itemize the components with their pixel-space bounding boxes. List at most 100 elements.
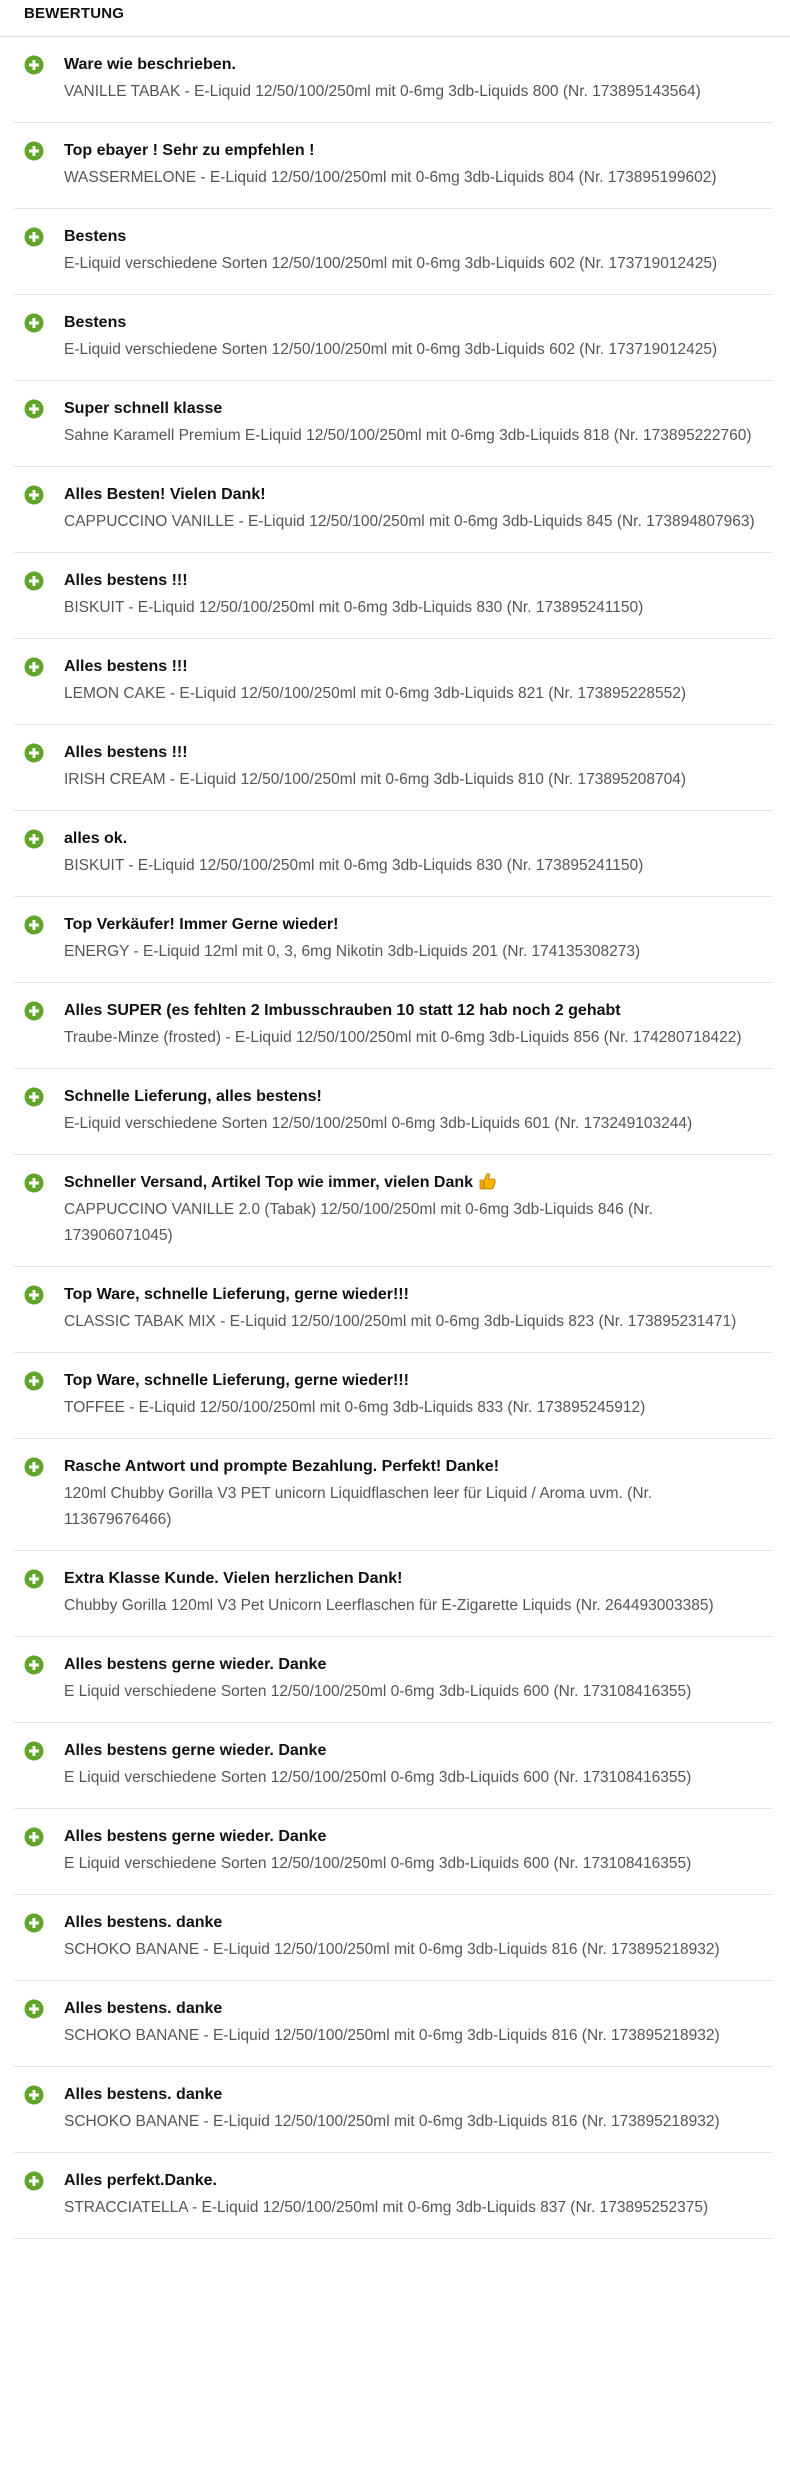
feedback-item-link[interactable]: E Liquid verschiedene Sorten 12/50/100/2…	[64, 1851, 760, 1877]
feedback-item-link[interactable]: E Liquid verschiedene Sorten 12/50/100/2…	[64, 1679, 760, 1705]
feedback-comment-text: Extra Klasse Kunde. Vielen herzlichen Da…	[64, 1570, 403, 1587]
feedback-comment: Top ebayer ! Sehr zu empfehlen !	[64, 139, 760, 163]
feedback-item-link[interactable]: WASSERMELONE - E-Liquid 12/50/100/250ml …	[64, 165, 760, 191]
feedback-item: Top Verkäufer! Immer Gerne wieder! ENERGY…	[14, 897, 772, 983]
feedback-item-link[interactable]: SCHOKO BANANE - E-Liquid 12/50/100/250ml…	[64, 2023, 760, 2049]
feedback-comment-text: Alles bestens. danke	[64, 2000, 223, 2017]
feedback-comment: Alles Besten! Vielen Dank!	[64, 483, 760, 507]
feedback-comment-text: Schneller Versand, Artikel Top wie immer…	[64, 1174, 474, 1191]
feedback-item-link[interactable]: CLASSIC TABAK MIX - E-Liquid 12/50/100/2…	[64, 1309, 760, 1335]
feedback-item: Bestens E-Liquid verschiedene Sorten 12/5…	[14, 209, 772, 295]
feedback-comment-text: Alles Besten! Vielen Dank!	[64, 486, 266, 503]
feedback-comment-text: Bestens	[64, 314, 127, 331]
feedback-item: Alles SUPER (es fehlten 2 Imbusschrauben…	[14, 983, 772, 1069]
plus-circle-icon	[24, 55, 44, 75]
feedback-comment: Alles bestens. danke	[64, 1911, 760, 1935]
feedback-comment-text: Alles bestens !!!	[64, 658, 188, 675]
feedback-item-link[interactable]: TOFFEE - E-Liquid 12/50/100/250ml mit 0-…	[64, 1395, 760, 1421]
feedback-comment-text: alles ok.	[64, 830, 128, 847]
plus-circle-icon	[24, 1457, 44, 1477]
feedback-comment: Alles bestens. danke	[64, 1997, 760, 2021]
plus-circle-icon	[24, 1001, 44, 1021]
feedback-comment-text: Top Ware, schnelle Lieferung, gerne wied…	[64, 1372, 409, 1389]
feedback-item-link[interactable]: VANILLE TABAK - E-Liquid 12/50/100/250ml…	[64, 79, 760, 105]
plus-circle-icon	[24, 1569, 44, 1589]
feedback-item-link[interactable]: E-Liquid verschiedene Sorten 12/50/100/2…	[64, 337, 760, 363]
feedback-comment-text: Alles bestens gerne wieder. Danke	[64, 1742, 327, 1759]
feedback-comment-text: Ware wie beschrieben.	[64, 56, 236, 73]
plus-circle-icon	[24, 313, 44, 333]
feedback-item-link[interactable]: CAPPUCCINO VANILLE - E-Liquid 12/50/100/…	[64, 509, 760, 535]
feedback-comment: Alles bestens gerne wieder. Danke	[64, 1653, 760, 1677]
feedback-comment-text: Schnelle Lieferung, alles bestens!	[64, 1088, 322, 1105]
plus-circle-icon	[24, 2085, 44, 2105]
thumbs-up-icon	[479, 1173, 496, 1190]
feedback-comment-text: Alles bestens. danke	[64, 2086, 223, 2103]
feedback-comment-text: Bestens	[64, 228, 127, 245]
feedback-item-link[interactable]: CAPPUCCINO VANILLE 2.0 (Tabak) 12/50/100…	[64, 1197, 760, 1249]
feedback-item-link[interactable]: STRACCIATELLA - E-Liquid 12/50/100/250ml…	[64, 2195, 760, 2221]
feedback-comment: Alles SUPER (es fehlten 2 Imbusschrauben…	[64, 999, 760, 1023]
plus-circle-icon	[24, 1913, 44, 1933]
feedback-item: Alles bestens !!! LEMON CAKE - E-Liquid 1…	[14, 639, 772, 725]
feedback-item-link[interactable]: SCHOKO BANANE - E-Liquid 12/50/100/250ml…	[64, 1937, 760, 1963]
feedback-comment-text: Top ebayer ! Sehr zu empfehlen !	[64, 142, 315, 159]
feedback-comment-text: Top Ware, schnelle Lieferung, gerne wied…	[64, 1286, 409, 1303]
feedback-comment: Super schnell klasse	[64, 397, 760, 421]
plus-circle-icon	[24, 1087, 44, 1107]
feedback-item: Alles bestens gerne wieder. Danke E Liqui…	[14, 1637, 772, 1723]
feedback-item: Top Ware, schnelle Lieferung, gerne wied…	[14, 1267, 772, 1353]
feedback-item: Schnelle Lieferung, alles bestens! E-Liqu…	[14, 1069, 772, 1155]
plus-circle-icon	[24, 1285, 44, 1305]
feedback-item-link[interactable]: BISKUIT - E-Liquid 12/50/100/250ml mit 0…	[64, 595, 760, 621]
plus-circle-icon	[24, 829, 44, 849]
feedback-item-link[interactable]: LEMON CAKE - E-Liquid 12/50/100/250ml mi…	[64, 681, 760, 707]
feedback-item-link[interactable]: Sahne Karamell Premium E-Liquid 12/50/10…	[64, 423, 760, 449]
feedback-comment: Ware wie beschrieben.	[64, 53, 760, 77]
plus-circle-icon	[24, 1173, 44, 1193]
feedback-comment: Alles bestens !!!	[64, 741, 760, 765]
feedback-item: Super schnell klasse Sahne Karamell Premi…	[14, 381, 772, 467]
feedback-item: Alles bestens. danke SCHOKO BANANE - E-Li…	[14, 1895, 772, 1981]
feedback-item-link[interactable]: Traube-Minze (frosted) - E-Liquid 12/50/…	[64, 1025, 760, 1051]
plus-circle-icon	[24, 1371, 44, 1391]
feedback-item-link[interactable]: E-Liquid verschiedene Sorten 12/50/100/2…	[64, 1111, 760, 1137]
feedback-item-link[interactable]: ENERGY - E-Liquid 12ml mit 0, 3, 6mg Nik…	[64, 939, 760, 965]
feedback-item-link[interactable]: 120ml Chubby Gorilla V3 PET unicorn Liqu…	[64, 1481, 760, 1533]
feedback-list: Ware wie beschrieben. VANILLE TABAK - E-L…	[0, 37, 772, 2239]
plus-circle-icon	[24, 657, 44, 677]
feedback-comment: Schneller Versand, Artikel Top wie immer…	[64, 1171, 760, 1195]
feedback-comment-text: Alles bestens !!!	[64, 572, 188, 589]
feedback-item-link[interactable]: IRISH CREAM - E-Liquid 12/50/100/250ml m…	[64, 767, 760, 793]
plus-circle-icon	[24, 1741, 44, 1761]
feedback-item-link[interactable]: SCHOKO BANANE - E-Liquid 12/50/100/250ml…	[64, 2109, 760, 2135]
feedback-item-link[interactable]: E-Liquid verschiedene Sorten 12/50/100/2…	[64, 251, 760, 277]
feedback-item-link[interactable]: Chubby Gorilla 120ml V3 Pet Unicorn Leer…	[64, 1593, 760, 1619]
plus-circle-icon	[24, 1827, 44, 1847]
feedback-comment: Alles bestens !!!	[64, 569, 760, 593]
feedback-item: Bestens E-Liquid verschiedene Sorten 12/5…	[14, 295, 772, 381]
feedback-comment: Alles perfekt.Danke.	[64, 2169, 760, 2193]
feedback-comment: Top Ware, schnelle Lieferung, gerne wied…	[64, 1283, 760, 1307]
feedback-item: Schneller Versand, Artikel Top wie immer…	[14, 1155, 772, 1267]
plus-circle-icon	[24, 1655, 44, 1675]
feedback-comment: Bestens	[64, 311, 760, 335]
feedback-item: Ware wie beschrieben. VANILLE TABAK - E-L…	[14, 37, 772, 123]
feedback-comment: Bestens	[64, 225, 760, 249]
feedback-item-link[interactable]: E Liquid verschiedene Sorten 12/50/100/2…	[64, 1765, 760, 1791]
plus-circle-icon	[24, 2171, 44, 2191]
feedback-item-link[interactable]: BISKUIT - E-Liquid 12/50/100/250ml mit 0…	[64, 853, 760, 879]
feedback-item: Rasche Antwort und prompte Bezahlung. Pe…	[14, 1439, 772, 1551]
plus-circle-icon	[24, 227, 44, 247]
header-title: BEWERTUNG	[24, 5, 125, 22]
feedback-item: Alles bestens gerne wieder. Danke E Liqui…	[14, 1809, 772, 1895]
plus-circle-icon	[24, 141, 44, 161]
feedback-comment-text: Alles bestens gerne wieder. Danke	[64, 1656, 327, 1673]
feedback-header: BEWERTUNG	[0, 0, 790, 37]
feedback-item: Top ebayer ! Sehr zu empfehlen ! WASSERME…	[14, 123, 772, 209]
feedback-comment-text: Alles bestens !!!	[64, 744, 188, 761]
feedback-comment-text: Alles bestens. danke	[64, 1914, 223, 1931]
feedback-comment-text: Super schnell klasse	[64, 400, 223, 417]
plus-circle-icon	[24, 1999, 44, 2019]
feedback-item: Alles bestens gerne wieder. Danke E Liqui…	[14, 1723, 772, 1809]
